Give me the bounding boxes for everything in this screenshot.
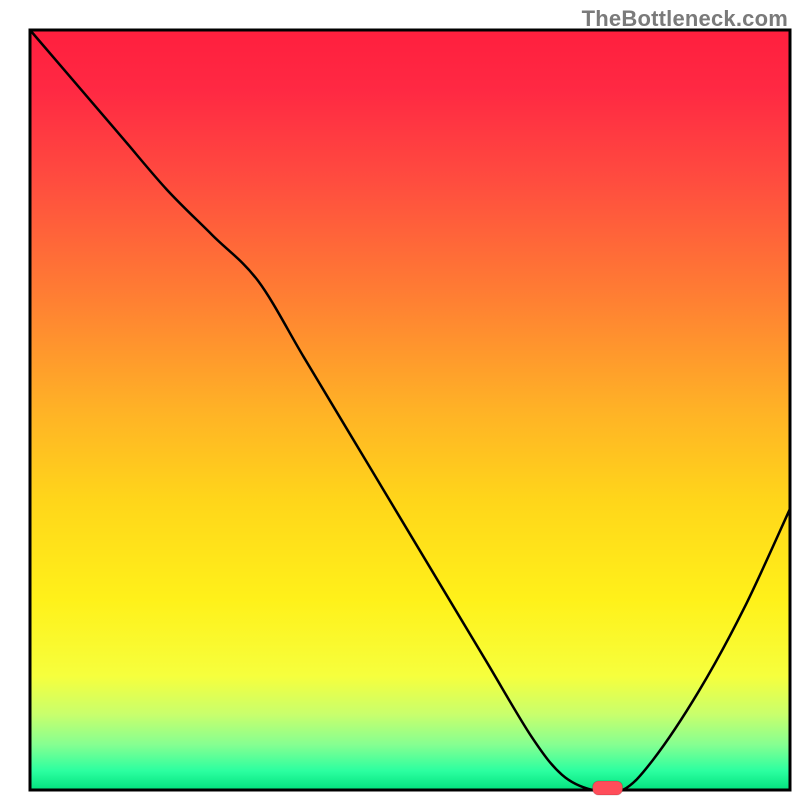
watermark-text: TheBottleneck.com xyxy=(582,6,788,32)
chart-svg xyxy=(0,0,800,800)
plot-background xyxy=(30,30,790,790)
bottleneck-chart: TheBottleneck.com xyxy=(0,0,800,800)
optimal-marker xyxy=(593,781,623,795)
